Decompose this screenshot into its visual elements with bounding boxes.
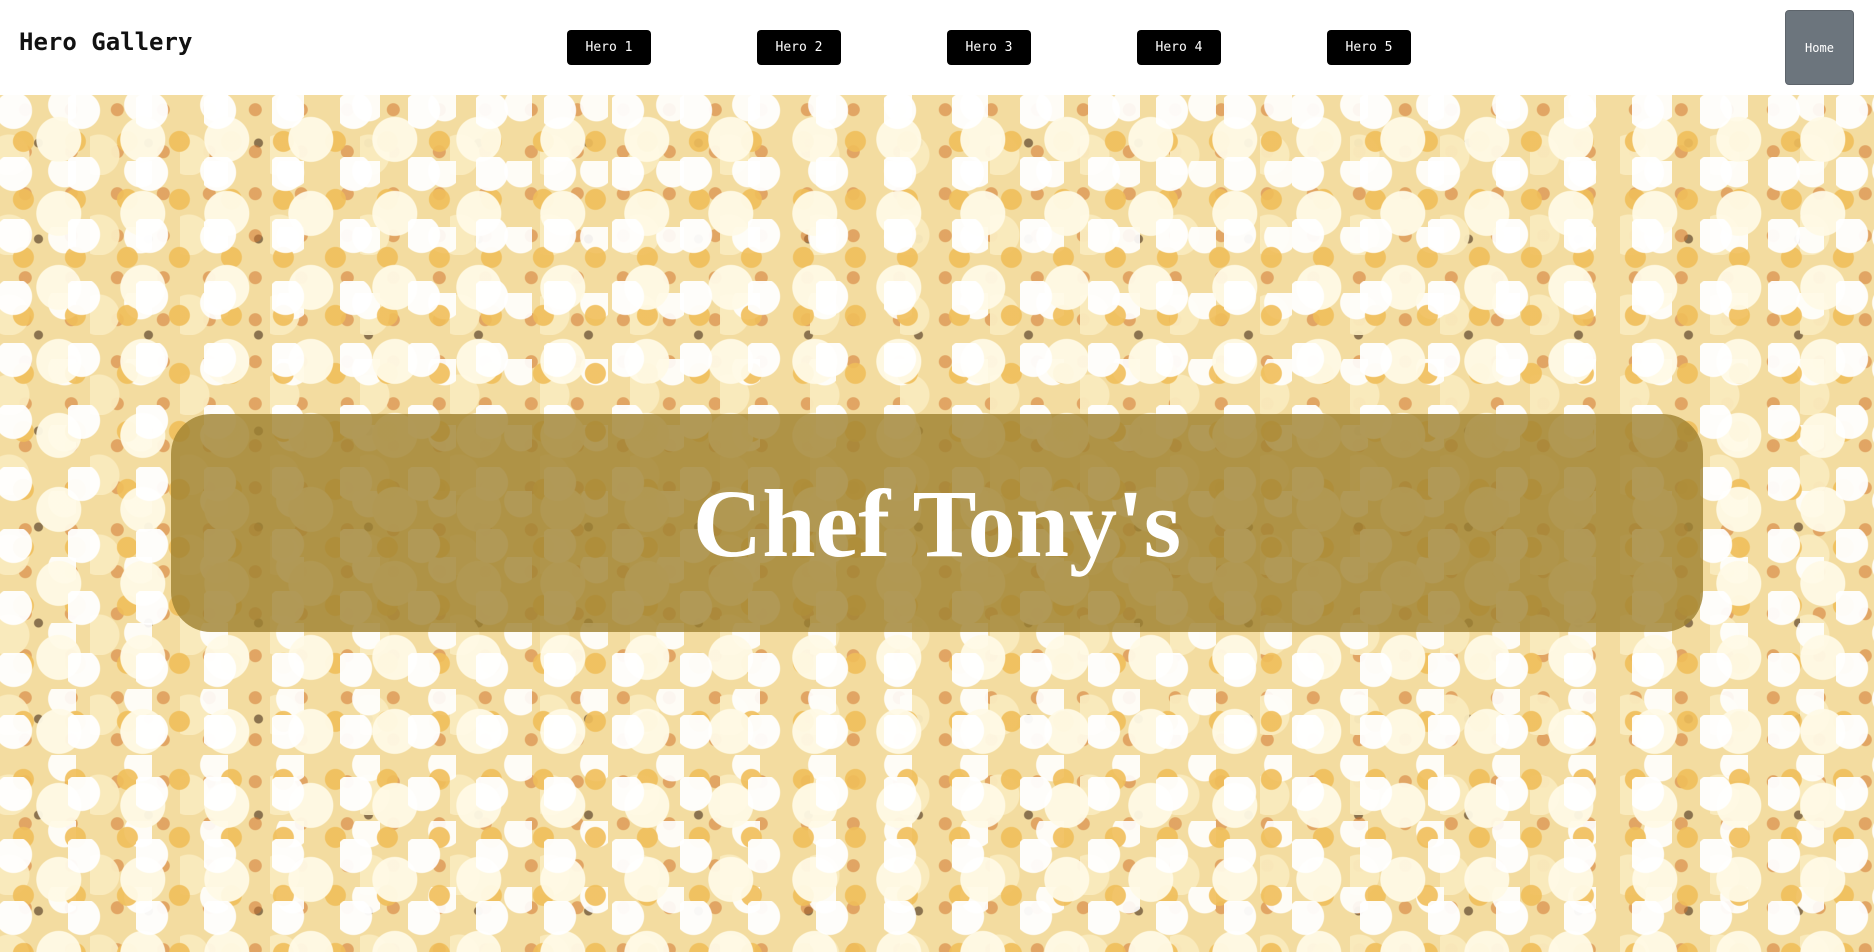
hero-3-button[interactable]: Hero 3	[947, 30, 1031, 65]
hero-2-button[interactable]: Hero 2	[757, 30, 841, 65]
hero-title: Chef Tony's	[692, 470, 1182, 577]
hero-banner: Chef Tony's	[171, 414, 1703, 632]
hero-section: Chef Tony's	[0, 95, 1874, 952]
hero-5-button[interactable]: Hero 5	[1327, 30, 1411, 65]
home-button[interactable]: Home	[1785, 10, 1854, 85]
hero-4-button[interactable]: Hero 4	[1137, 30, 1221, 65]
brand-title: Hero Gallery	[19, 28, 193, 56]
navbar: Hero Gallery Hero 1 Hero 2 Hero 3 Hero 4…	[0, 0, 1874, 95]
hero-1-button[interactable]: Hero 1	[567, 30, 651, 65]
